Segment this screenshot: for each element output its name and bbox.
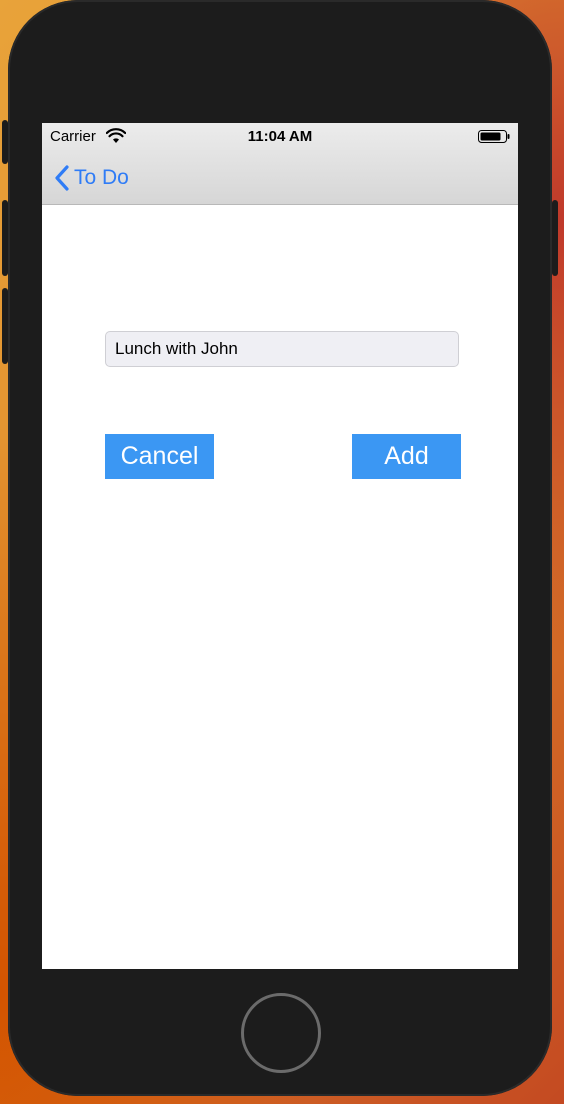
back-button-label: To Do bbox=[74, 166, 129, 189]
battery-icon bbox=[478, 130, 510, 143]
power-button bbox=[552, 200, 558, 276]
task-input[interactable] bbox=[105, 331, 459, 367]
volume-down-button bbox=[2, 288, 8, 364]
back-button[interactable]: To Do bbox=[52, 163, 129, 193]
status-time: 11:04 AM bbox=[247, 128, 313, 145]
app-screen: Carrier 11:04 AM To Do Cancel Add bbox=[42, 123, 518, 969]
home-button[interactable] bbox=[241, 993, 321, 1073]
silent-switch bbox=[2, 120, 8, 164]
navigation-bar: Carrier 11:04 AM To Do bbox=[42, 123, 518, 205]
cancel-button[interactable]: Cancel bbox=[105, 434, 214, 479]
volume-up-button bbox=[2, 200, 8, 276]
add-button[interactable]: Add bbox=[352, 434, 461, 479]
chevron-left-icon bbox=[55, 165, 69, 191]
